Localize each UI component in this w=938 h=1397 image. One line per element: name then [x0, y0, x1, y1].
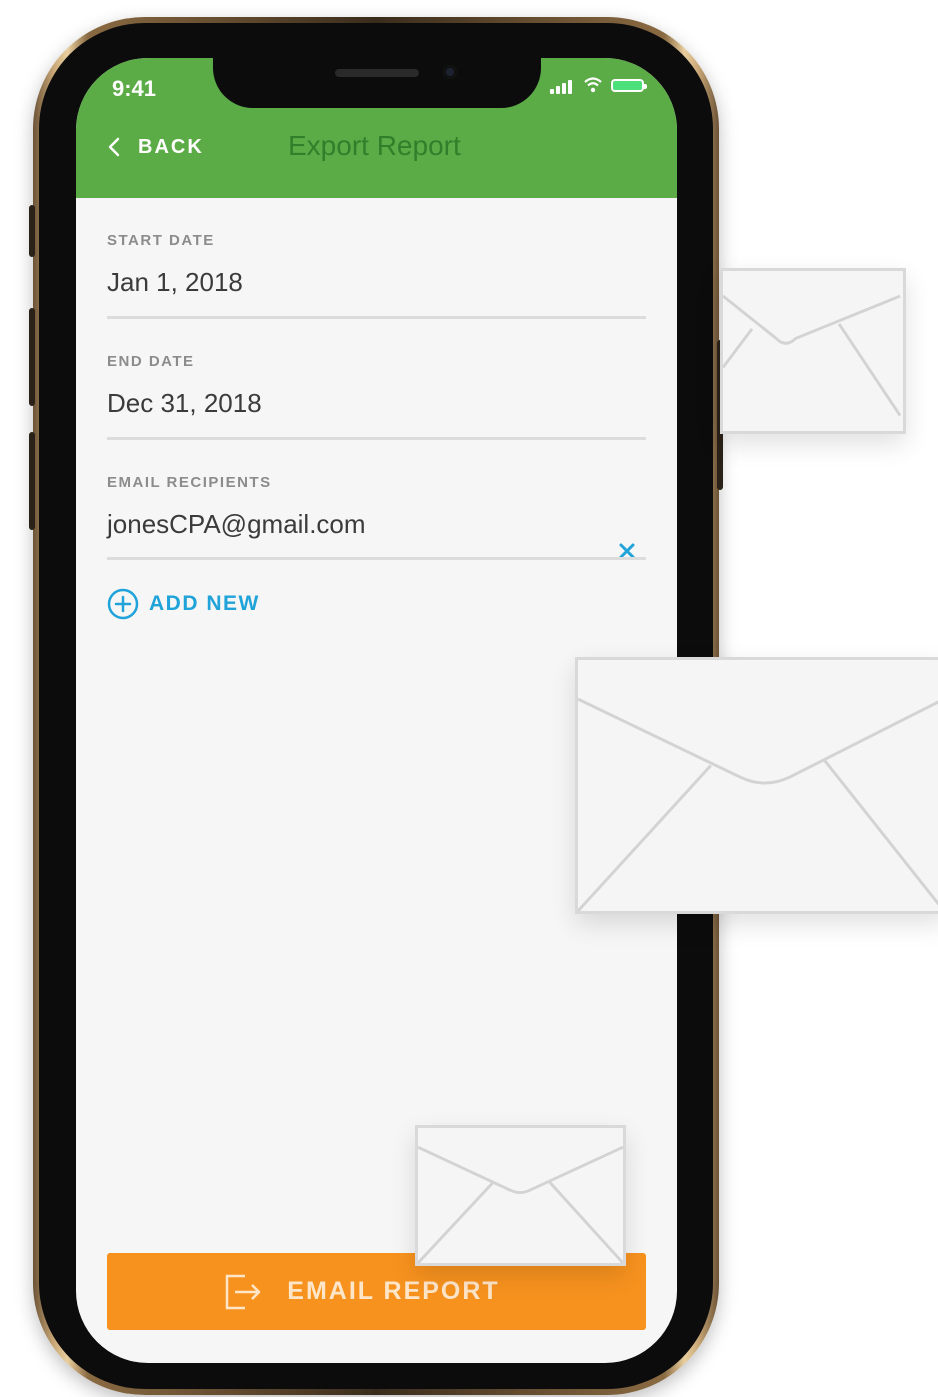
page-title: Export Report [288, 130, 461, 161]
back-label: BACK [138, 135, 204, 158]
chevron-left-icon [108, 137, 120, 157]
signal-icon [550, 78, 576, 94]
back-button[interactable]: BACK [106, 132, 204, 162]
start-date-label: START DATE [107, 232, 215, 249]
email-recipients-field: EMAIL RECIPIENTS jonesCPA@gmail.com [107, 474, 646, 564]
start-date-value[interactable]: Jan 1, 2018 [107, 267, 646, 298]
start-date-field[interactable]: START DATE Jan 1, 2018 [107, 232, 646, 322]
end-date-field[interactable]: END DATE Dec 31, 2018 [107, 353, 646, 443]
status-time: 9:41 [112, 76, 157, 101]
mute-switch [29, 205, 35, 257]
field-divider [107, 316, 646, 319]
envelope-icon [575, 657, 938, 914]
app-header: 9:41 BACK Export Report [76, 58, 677, 198]
speaker [335, 69, 419, 77]
notch [213, 58, 541, 108]
volume-up-button [29, 308, 35, 406]
field-divider [107, 437, 646, 440]
add-new-label: ADD NEW [149, 592, 260, 615]
envelope-icon [415, 1125, 626, 1266]
add-new-button[interactable]: ADD NEW [107, 588, 260, 620]
email-report-label: EMAIL REPORT [287, 1277, 500, 1305]
end-date-label: END DATE [107, 353, 195, 370]
wifi-icon [584, 77, 602, 93]
export-icon [226, 1274, 261, 1309]
email-recipient-value[interactable]: jonesCPA@gmail.com [107, 509, 646, 540]
volume-down-button [29, 432, 35, 530]
envelope-icon [720, 268, 906, 434]
field-divider [107, 557, 646, 560]
front-camera [443, 65, 457, 79]
end-date-value[interactable]: Dec 31, 2018 [107, 388, 646, 419]
plus-circle-icon [107, 588, 139, 620]
email-recipients-label: EMAIL RECIPIENTS [107, 474, 272, 491]
battery-icon [611, 79, 647, 92]
